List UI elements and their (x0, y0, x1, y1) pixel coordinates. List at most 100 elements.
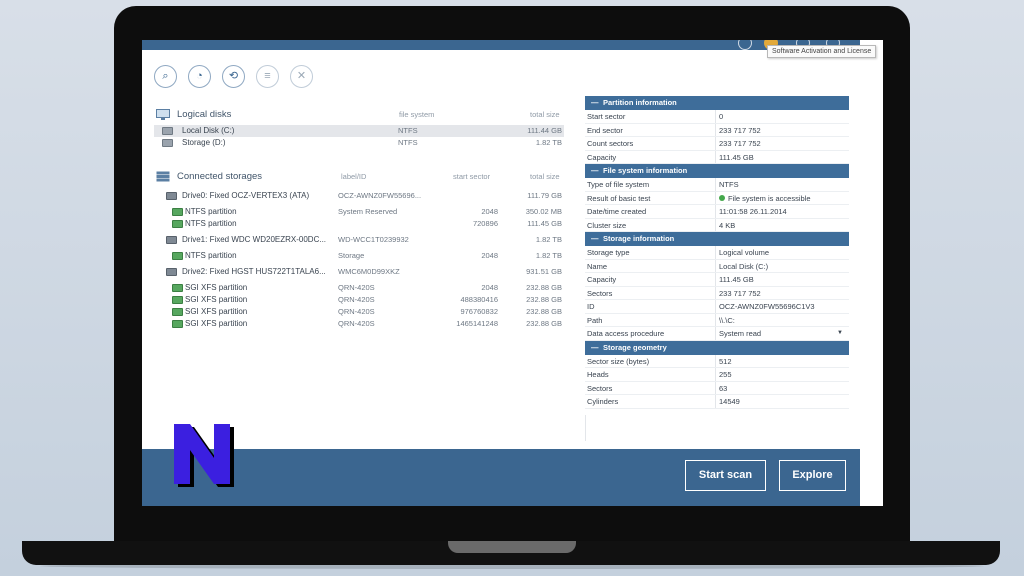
explore-button[interactable]: Explore (779, 460, 846, 491)
storage-start-sector: 1465141248 (456, 319, 498, 328)
partition-icon (172, 296, 183, 304)
disk-fs: NTFS (398, 126, 418, 135)
column-divider (715, 137, 716, 150)
action-bar: Start scan Explore (142, 449, 860, 506)
list-icon[interactable]: ≡ (256, 65, 279, 88)
storage-label: OCZ-AWNZ0FW55696... (338, 191, 422, 200)
property-key: Result of basic test (587, 193, 651, 203)
property-key: Data access procedure (587, 329, 665, 338)
collapse-icon[interactable]: — (591, 164, 599, 178)
storage-start-sector: 976760832 (460, 307, 498, 316)
partition-icon (172, 320, 183, 328)
property-row: Type of file system NTFS (585, 178, 849, 192)
property-key: Sectors (587, 383, 613, 393)
property-value-text: 4 KB (719, 220, 736, 230)
property-key: End sector (587, 125, 623, 135)
partition-row[interactable]: NTFS partition 720896 111.45 GB (154, 218, 564, 230)
property-group-header[interactable]: — Storage geometry (585, 340, 849, 355)
property-group-title: Partition information (603, 98, 677, 107)
storage-name: SGI XFS partition (185, 283, 248, 292)
laptop-notch (448, 541, 576, 553)
property-value-text: NTFS (719, 180, 739, 189)
partition-row[interactable]: NTFS partition System Reserved 2048 350.02 … (154, 206, 564, 218)
disk-image-icon[interactable]: ◔ (188, 65, 211, 88)
property-value: Local Disk (C:) (719, 260, 768, 274)
logical-disk-row[interactable]: Storage (D:) NTFS 1.82 TB (154, 137, 564, 149)
partition-icon (172, 284, 183, 292)
partition-icon (172, 252, 183, 260)
storage-start-sector: 2048 (481, 283, 498, 292)
property-value-text: 233 717 752 (719, 139, 761, 148)
partition-row[interactable]: NTFS partition Storage 2048 1.82 TB (154, 250, 564, 262)
properties-blank (585, 415, 849, 441)
column-divider (715, 246, 716, 259)
collapse-icon[interactable]: — (591, 232, 599, 246)
storage-name: NTFS partition (185, 207, 237, 216)
monitor-icon (156, 109, 170, 120)
help-icon[interactable] (738, 40, 752, 50)
chevron-down-icon[interactable]: ▼ (837, 327, 843, 341)
property-group-title: Storage information (603, 234, 675, 243)
property-value: 0 (719, 110, 723, 124)
property-value-text: Logical volume (719, 248, 770, 257)
storage-drive-row[interactable]: Drive2: Fixed HGST HUS722T1TALA6... WMC6M… (154, 266, 564, 278)
property-value: 233 717 752 (719, 287, 761, 301)
property-key: Path (587, 315, 603, 325)
collapse-icon[interactable]: — (591, 96, 599, 110)
storage-label: QRN-420S (338, 283, 375, 292)
search-icon[interactable]: ⌕ (154, 65, 177, 88)
disk-size: 1.82 TB (535, 138, 562, 147)
storage-drive-row[interactable]: Drive1: Fixed WDC WD20EZRX-00DC... WD-WCC… (154, 234, 564, 246)
property-value: 512 (719, 355, 732, 369)
collapse-icon[interactable]: — (591, 341, 599, 355)
property-row[interactable]: Data access procedure System read ▼ (585, 327, 849, 341)
property-row: Path \\.\C: (585, 313, 849, 327)
storage-label: System Reserved (338, 207, 398, 216)
properties-panel: — Partition information Start sector 0 End s… (585, 96, 849, 409)
property-group-header[interactable]: — Partition information (585, 96, 849, 110)
storage-start-sector: 488380416 (460, 295, 498, 304)
column-divider (715, 327, 716, 340)
property-row: Heads 255 (585, 368, 849, 382)
column-divider (715, 110, 716, 123)
property-row: Cluster size 4 KB (585, 218, 849, 232)
logical-disks-title: Logical disks (177, 109, 232, 120)
partition-row[interactable]: SGI XFS partition QRN-420S 976760832 232.88… (154, 306, 564, 318)
storage-size: 931.51 GB (526, 267, 562, 276)
property-row: Result of basic test File system is acces… (585, 191, 849, 205)
open-image-icon[interactable]: ⟲ (222, 65, 245, 88)
storage-stack-icon (156, 171, 170, 182)
drive-icon (166, 192, 177, 200)
property-key: Name (587, 261, 608, 271)
storage-name: Drive1: Fixed WDC WD20EZRX-00DC... (182, 235, 327, 244)
property-group-header[interactable]: — Storage information (585, 232, 849, 246)
storage-label: QRN-420S (338, 319, 375, 328)
partition-row[interactable]: SGI XFS partition QRN-420S 2048 232.88 GB (154, 282, 564, 294)
storage-name: SGI XFS partition (185, 307, 248, 316)
storage-size: 232.88 GB (526, 307, 562, 316)
property-value-text: 14549 (719, 397, 740, 406)
logical-disk-row[interactable]: Local Disk (C:) NTFS 111.44 GB (154, 125, 564, 137)
column-divider (715, 286, 716, 299)
property-value: 255 (719, 368, 732, 382)
col-total-size: total size (530, 172, 560, 181)
property-group-title: File system information (603, 166, 688, 175)
partition-icon (172, 308, 183, 316)
column-divider (715, 150, 716, 163)
close-icon[interactable]: ✕ (290, 65, 313, 88)
col-file-system: file system (399, 110, 435, 119)
property-key: Sector size (bytes) (587, 356, 650, 366)
property-key: Storage type (587, 248, 630, 257)
partition-row[interactable]: SGI XFS partition QRN-420S 1465141248 232.8… (154, 318, 564, 330)
start-scan-button[interactable]: Start scan (685, 460, 766, 491)
property-group-header[interactable]: — File system information (585, 164, 849, 178)
storage-drive-row[interactable]: Drive0: Fixed OCZ-VERTEX3 (ATA) OCZ-AWNZ0… (154, 190, 564, 202)
property-row: End sector 233 717 752 (585, 123, 849, 137)
property-key: Type of file system (587, 180, 650, 189)
property-row: Name Local Disk (C:) (585, 259, 849, 274)
storage-size: 111.79 GB (527, 191, 562, 200)
drive-icon (166, 268, 177, 276)
partition-row[interactable]: SGI XFS partition QRN-420S 488380416 232.88… (154, 294, 564, 306)
storage-start-sector: 720896 (472, 219, 498, 228)
property-value-text: 233 717 752 (719, 125, 761, 135)
